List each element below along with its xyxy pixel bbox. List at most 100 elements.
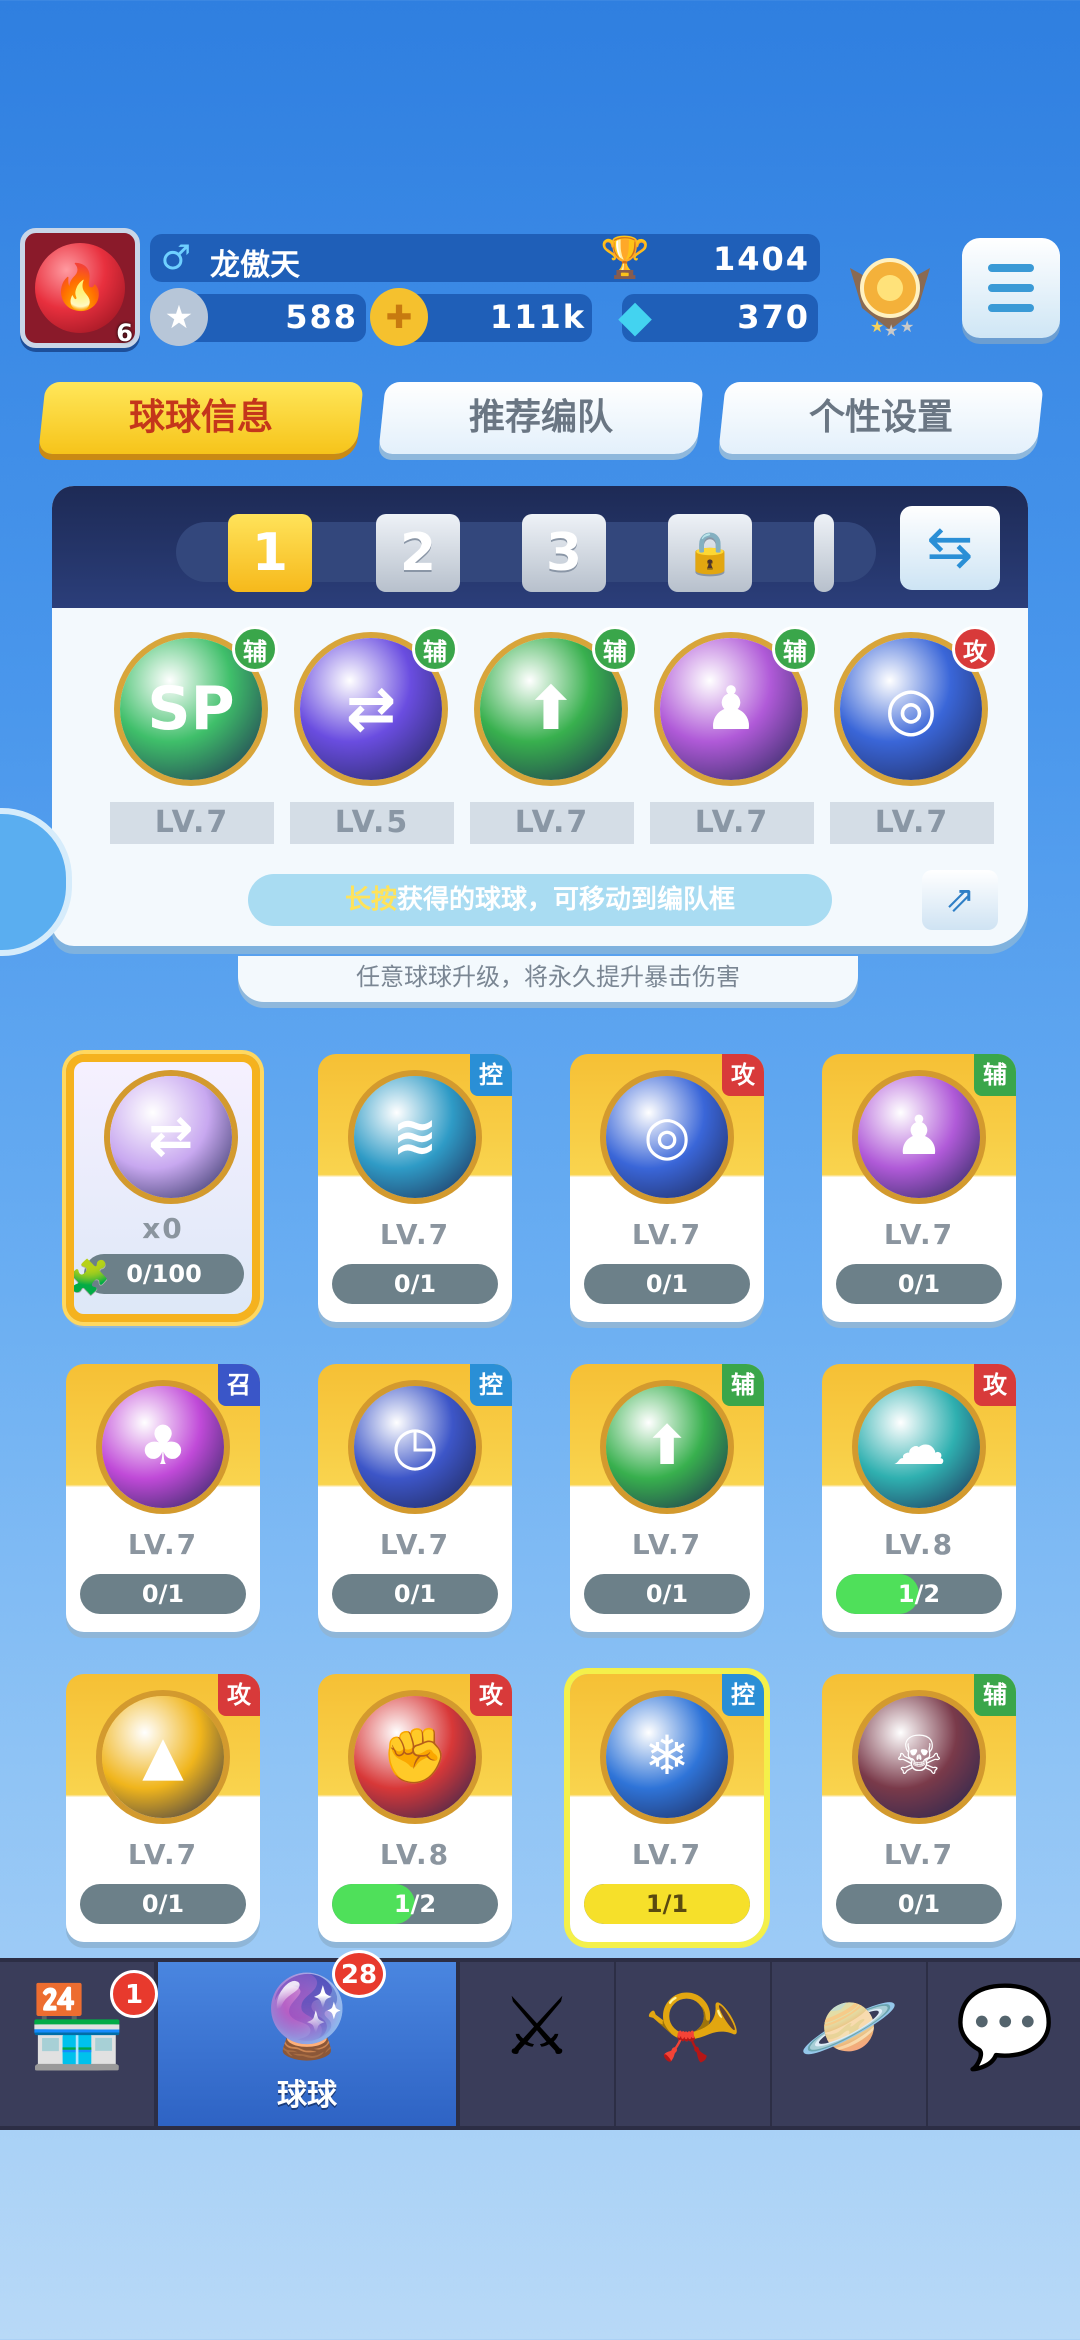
snowflake-orb-icon: ❄ (606, 1696, 728, 1818)
role-tag: 辅 (232, 626, 278, 672)
ball-glyph: ✊ (381, 1724, 449, 1787)
role-tag: 攻 (218, 1674, 260, 1716)
ball-card[interactable]: ❄ 控 LV.7 1/1 (570, 1674, 764, 1942)
progress-text: 0/1 (393, 1270, 437, 1298)
ball-count: x0 (142, 1212, 184, 1245)
role-tag: 攻 (470, 1674, 512, 1716)
role-tag: 控 (470, 1364, 512, 1406)
role-tag: 攻 (974, 1364, 1016, 1406)
nav-social[interactable]: 💬 (928, 1962, 1080, 2126)
ball-card[interactable]: ≋ 控 LV.7 0/1 (318, 1054, 512, 1322)
ball-level: LV.7 (631, 1218, 703, 1251)
ball-glyph: ⬆ (525, 674, 577, 744)
ball-level: LV.8 (883, 1528, 955, 1561)
tab-personal-settings[interactable]: 个性设置 (718, 382, 1044, 454)
slot-partial (814, 514, 834, 592)
ball-level: LV.7 (650, 802, 814, 844)
player-name: 龙傲天 (210, 248, 300, 283)
svg-text:★: ★ (900, 317, 914, 336)
chat-heart-icon: 💬 (955, 1980, 1055, 2073)
swap-button[interactable]: ⇆ (900, 506, 1000, 590)
ball-card[interactable]: ♟ 辅 LV.7 0/1 (822, 1054, 1016, 1322)
ball-level: LV.7 (830, 802, 994, 844)
ball-card[interactable]: ☁ 攻 LV.8 1/2 (822, 1364, 1016, 1632)
balls-badge: 28 (332, 1950, 386, 1998)
gem-value: 370 (737, 298, 810, 336)
ball-card[interactable]: ☠ 辅 LV.7 0/1 (822, 1674, 1016, 1942)
ball-glyph: ♟ (704, 674, 758, 744)
loadout-panel: 1 2 3 🔒 ⇆ SP 辅 LV.7 ⇄ 辅 LV.5 ⬆ 辅 LV.7 ♟ 辅 LV.7 ◎ 攻 LV.… (52, 486, 1028, 946)
menu-line-icon (988, 304, 1034, 312)
ball-level: LV.7 (127, 1528, 199, 1561)
tornado-orb-icon: ☁ (858, 1386, 980, 1508)
star-arrow-orb-icon: ⬆ (606, 1386, 728, 1508)
role-tag: 攻 (952, 626, 998, 672)
progress-text: 0/1 (645, 1580, 689, 1608)
trophy-icon: 🏆 (600, 235, 650, 281)
player-avatar[interactable]: 🔥 6 (20, 228, 140, 348)
nav-balls-label: 球球 (277, 2078, 337, 2113)
ball-card[interactable]: ✊ 攻 LV.8 1/2 (318, 1674, 512, 1942)
progress-text: 0/1 (645, 1270, 689, 1298)
progress-text: 1/2 (897, 1580, 941, 1608)
fire-orb-icon: 🔥 (35, 243, 125, 333)
nav-balls[interactable]: 🔮 球球 (158, 1962, 456, 2126)
role-tag: 攻 (722, 1054, 764, 1096)
progress-text: 0/1 (897, 1270, 941, 1298)
trophy-count: 1404 (712, 240, 810, 278)
ball-level: LV.7 (631, 1528, 703, 1561)
progress-bar: 1/2 (332, 1884, 498, 1924)
role-tag: 辅 (974, 1054, 1016, 1096)
nav-whistle[interactable]: 📯 (616, 1962, 770, 2126)
gem-icon[interactable]: ◆ (606, 288, 664, 346)
currency1-value: 588 (285, 298, 358, 336)
progress-bar: 0/1 (584, 1574, 750, 1614)
menu-button[interactable] (962, 238, 1060, 338)
upgrade-tip: 任意球球升级，将永久提升暴击伤害 (238, 956, 858, 1002)
ball-level: LV.5 (290, 802, 454, 844)
gold-coin-icon[interactable]: ✚ (370, 288, 428, 346)
ball-glyph: ☁ (892, 1414, 946, 1477)
ball-card[interactable]: ▲ 攻 LV.7 0/1 (66, 1674, 260, 1942)
ball-glyph: ⇄ (148, 1104, 194, 1167)
ball-glyph: ▲ (142, 1724, 184, 1787)
ball-glyph: SP (147, 674, 235, 744)
star-coin-icon[interactable]: ★ (150, 288, 208, 346)
clock-orb-icon: ◷ (354, 1386, 476, 1508)
role-tag: 控 (470, 1054, 512, 1096)
vortex-orb-icon: ◎ (606, 1076, 728, 1198)
ball-card[interactable]: ⬆ 辅 LV.7 0/1 (570, 1364, 764, 1632)
swap-icon: ⇆ (926, 515, 974, 580)
ball-glyph: ◎ (643, 1104, 691, 1167)
progress-bar: 0/1 (836, 1884, 1002, 1924)
nav-planet[interactable]: 🪐 (772, 1962, 926, 2126)
ball-card[interactable]: ⇄ x0 0/100 🧩 (66, 1054, 260, 1322)
nav-battle[interactable]: ⚔ (460, 1962, 614, 2126)
ball-card[interactable]: ♣ 召 LV.7 0/1 (66, 1364, 260, 1632)
progress-text: 1/1 (645, 1890, 689, 1918)
role-tag: 辅 (412, 626, 458, 672)
locked-slot-lock-icon[interactable]: 🔒 (668, 514, 752, 592)
rank-medal-icon[interactable]: ★ ★ ★ (842, 238, 938, 338)
share-icon: ⇗ (944, 879, 976, 920)
tab-ball-info[interactable]: 球球信息 (38, 382, 364, 454)
progress-bar: 0/1 (584, 1264, 750, 1304)
svg-text:★: ★ (870, 317, 884, 336)
ball-card[interactable]: ◎ 攻 LV.7 0/1 (570, 1054, 764, 1322)
progress-text: 0/1 (141, 1580, 185, 1608)
ball-level: LV.7 (110, 802, 274, 844)
puzzle-piece-icon: 🧩 (68, 1258, 111, 1298)
ball-card[interactable]: ◷ 控 LV.7 0/1 (318, 1364, 512, 1632)
progress-bar: 0/1 (836, 1264, 1002, 1304)
slot-3-button[interactable]: 3 (522, 514, 606, 592)
ball-glyph: ♣ (138, 1414, 188, 1477)
share-button[interactable]: ⇗ (922, 870, 998, 930)
ball-glyph: ♟ (894, 1104, 944, 1167)
skull-orb-icon: ☠ (858, 1696, 980, 1818)
slot-1-button[interactable]: 1 (228, 514, 312, 592)
ball-glyph: ≋ (392, 1104, 438, 1167)
progress-bar: 0/1 (332, 1574, 498, 1614)
slot-2-button[interactable]: 2 (376, 514, 460, 592)
progress-bar: 0/1 (80, 1884, 246, 1924)
tab-recommended-team[interactable]: 推荐编队 (378, 382, 704, 454)
